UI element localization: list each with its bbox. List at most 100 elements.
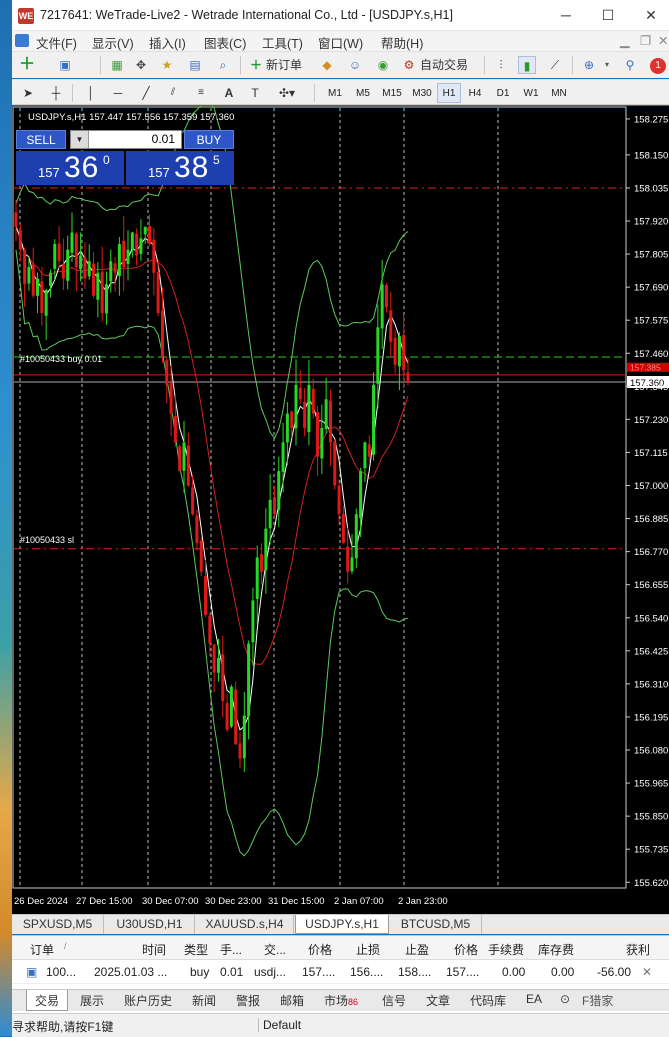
text-icon[interactable]: A xyxy=(222,84,236,102)
tab-spxusd[interactable]: SPXUSD,M5 xyxy=(12,915,104,934)
col-time[interactable]: 时间 xyxy=(142,941,166,958)
col-open-price[interactable]: 价格 xyxy=(308,941,332,958)
y-tick-label: 156.195 xyxy=(634,712,668,723)
menu-charts[interactable]: 图表(C) xyxy=(204,33,246,52)
col-tp[interactable]: 止盈 xyxy=(405,941,429,958)
col-symbol[interactable]: 交... xyxy=(264,941,286,958)
one-click-trading-panel: SELL ▼ 0.01 BUY 157 36 0 157 38 5 xyxy=(16,130,234,186)
profiles-icon[interactable]: ▣ xyxy=(56,56,74,74)
timeframe-w1[interactable]: W1 xyxy=(519,83,543,103)
col-sl[interactable]: 止损 xyxy=(356,941,380,958)
timeframe-m15[interactable]: M15 xyxy=(378,83,406,103)
strategy-tester-icon[interactable]: ⌕ xyxy=(214,56,232,74)
menu-file[interactable]: 文件(F) xyxy=(36,33,77,52)
timeframe-d1[interactable]: D1 xyxy=(491,83,515,103)
child-close-button[interactable]: ✕ xyxy=(658,33,668,48)
tab-trade[interactable]: 交易 xyxy=(26,990,69,1011)
maximize-button[interactable]: ☐ xyxy=(597,5,619,25)
auto-trading-button[interactable]: 自动交易 xyxy=(420,56,476,74)
timeframe-m30[interactable]: M30 xyxy=(408,83,436,103)
tab-usdjpy[interactable]: USDJPY.s,H1 xyxy=(295,915,389,934)
tab-alerts[interactable]: 警报 xyxy=(236,992,260,1009)
signals-icon[interactable]: ☺ xyxy=(346,56,364,74)
tab-history[interactable]: 账户历史 xyxy=(124,992,172,1009)
x-tick-label: 31 Dec 15:00 xyxy=(268,896,325,907)
tab-xauusd[interactable]: XAUUSD.s,H4 xyxy=(196,915,294,934)
table-row[interactable]: ▣ 100... 2025.01.03 ... buy 0.01 usdj...… xyxy=(12,960,669,984)
line-chart-icon[interactable]: ⟋ xyxy=(546,56,564,74)
tab-signals[interactable]: 信号 xyxy=(382,992,406,1009)
tab-btcusd[interactable]: BTCUSD,M5 xyxy=(390,915,482,934)
vps-icon[interactable]: ◉ xyxy=(374,56,392,74)
notification-badge[interactable]: 1 xyxy=(650,58,666,74)
equidistant-channel-icon[interactable]: ⫽ xyxy=(164,84,182,102)
text-label-icon[interactable]: T xyxy=(248,84,262,102)
zoom-in-icon[interactable]: ⊕ xyxy=(580,56,598,74)
menu-view[interactable]: 显示(V) xyxy=(92,33,134,52)
child-minimize-button[interactable]: ▁ xyxy=(620,33,630,48)
lot-dropdown-icon[interactable]: ▼ xyxy=(71,131,89,148)
timeframe-h4[interactable]: H4 xyxy=(463,83,487,103)
metaeditor-icon[interactable]: ◆ xyxy=(318,56,336,74)
cell-profit: -56.00 xyxy=(597,965,632,979)
tab-experts[interactable]: EA xyxy=(526,992,542,1006)
tab-u30usd[interactable]: U30USD,H1 xyxy=(105,915,195,934)
timeframe-mn[interactable]: MN xyxy=(546,83,572,103)
navigator-icon[interactable]: ✥ xyxy=(132,56,150,74)
lot-size-input[interactable]: ▼ 0.01 xyxy=(70,130,182,149)
price-chart[interactable]: 157.385 157.360 26 Dec 2024 27 Dec 15:00 30… xyxy=(12,106,669,914)
cursor-icon[interactable]: ➤ xyxy=(20,84,36,102)
y-tick-label: 156.080 xyxy=(634,746,668,757)
candle-body xyxy=(100,271,104,313)
terminal-window-icon[interactable]: ▤ xyxy=(186,56,204,74)
menu-window[interactable]: 窗口(W) xyxy=(318,33,363,52)
chart-svg[interactable]: 157.385157.360 26 Dec 2024 27 Dec 15:00 30… xyxy=(12,106,669,914)
new-order-button[interactable]: 新订单 xyxy=(266,56,308,74)
new-chart-icon[interactable]: ＋ xyxy=(18,56,36,74)
menu-help[interactable]: 帮助(H) xyxy=(381,33,423,52)
col-profit[interactable]: 获利 xyxy=(626,941,650,958)
child-restore-button[interactable]: ❐ xyxy=(640,33,651,48)
close-order-icon[interactable]: ✕ xyxy=(642,965,652,979)
horizontal-line-icon[interactable]: ─ xyxy=(110,84,126,102)
lot-size-value[interactable]: 0.01 xyxy=(152,132,175,146)
menu-tools[interactable]: 工具(T) xyxy=(262,33,303,52)
tab-code-base[interactable]: 代码库 xyxy=(470,992,506,1009)
tab-exposure[interactable]: 展示 xyxy=(80,992,104,1009)
tab-news[interactable]: 新闻 xyxy=(192,992,216,1009)
arrows-dropdown-icon[interactable]: ✣▾ xyxy=(274,84,300,102)
col-commission[interactable]: 手续费 xyxy=(488,941,524,958)
zoom-dropdown-icon[interactable]: ▾ xyxy=(602,56,612,74)
menu-insert[interactable]: 插入(I) xyxy=(149,33,186,52)
search-icon[interactable]: ⚲ xyxy=(621,56,639,74)
candlestick-chart-icon[interactable]: ▮ xyxy=(518,56,536,74)
col-swap[interactable]: 库存费 xyxy=(538,941,574,958)
candle-body xyxy=(311,388,315,414)
timeframe-h1[interactable]: H1 xyxy=(437,83,461,103)
bar-chart-icon[interactable]: ⫶ xyxy=(492,56,510,74)
col-type[interactable]: 类型 xyxy=(184,941,208,958)
candle-body xyxy=(324,399,328,429)
bid-price-button[interactable]: 157 36 0 xyxy=(16,151,124,185)
tab-articles[interactable]: 文章 xyxy=(426,992,450,1009)
buy-button[interactable]: BUY xyxy=(184,130,234,149)
ask-price-button[interactable]: 157 38 5 xyxy=(126,151,234,185)
new-order-icon[interactable]: ＋ xyxy=(248,56,264,74)
close-button[interactable]: ✕ xyxy=(640,5,662,25)
tab-mailbox[interactable]: 邮箱 xyxy=(280,992,304,1009)
tab-market[interactable]: 市场86 xyxy=(324,992,358,1009)
timeframe-m1[interactable]: M1 xyxy=(322,83,348,103)
fibonacci-icon[interactable]: ≡ xyxy=(192,84,210,102)
market-watch-icon[interactable]: ▦ xyxy=(108,56,126,74)
crosshair-icon[interactable]: ┼ xyxy=(48,84,64,102)
vertical-line-icon[interactable]: │ xyxy=(86,84,96,102)
auto-trading-icon[interactable]: ⚙ xyxy=(400,56,418,74)
col-order[interactable]: 订单 xyxy=(30,941,54,958)
col-price[interactable]: 价格 xyxy=(454,941,478,958)
minimize-button[interactable]: ─ xyxy=(555,5,577,25)
trendline-icon[interactable]: ╱ xyxy=(138,84,154,102)
sell-button[interactable]: SELL xyxy=(16,130,66,149)
col-volume[interactable]: 手... xyxy=(220,941,242,958)
timeframe-m5[interactable]: M5 xyxy=(350,83,376,103)
favorites-icon[interactable]: ★ xyxy=(158,56,176,74)
